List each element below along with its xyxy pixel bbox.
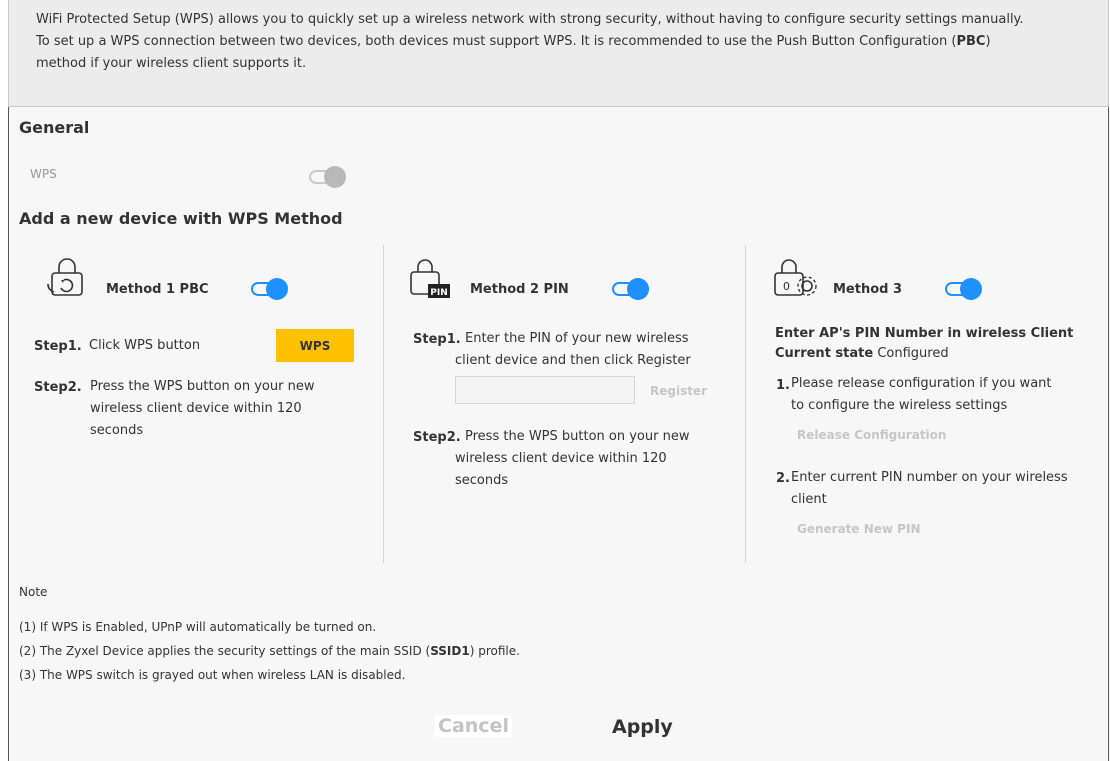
release-configuration-button[interactable]: Release Configuration bbox=[797, 428, 946, 442]
lock-gear-icon: 0 bbox=[774, 259, 817, 296]
lock-pin-icon: PIN bbox=[410, 259, 450, 298]
note-2-text: (2) The Zyxel Device applies the securit… bbox=[19, 644, 431, 658]
note-3: (3) The WPS switch is grayed out when wi… bbox=[19, 668, 406, 682]
method-1-step1-text: Click WPS button bbox=[89, 338, 201, 353]
generate-new-pin-button[interactable]: Generate New PIN bbox=[797, 522, 921, 536]
pin-input[interactable] bbox=[455, 376, 635, 404]
note-2-end: ) profile. bbox=[469, 644, 520, 658]
method-2-step2-label: Step2. bbox=[413, 430, 461, 445]
add-device-title: Add a new device with WPS Method bbox=[19, 209, 343, 228]
method-2-step1-line-1: Enter the PIN of your new wireless bbox=[465, 331, 689, 346]
column-divider bbox=[383, 245, 384, 563]
apply-button-label: Apply bbox=[612, 716, 673, 738]
register-button[interactable]: Register bbox=[650, 384, 707, 398]
method-1-title: Method 1 PBC bbox=[106, 282, 209, 297]
intro-line-2: To set up a WPS connection between two d… bbox=[36, 31, 1080, 53]
method-3-item1-line-2: to configure the wireless settings bbox=[791, 398, 1008, 413]
wps-toggle[interactable] bbox=[308, 166, 346, 188]
method-3-heading: Enter AP's PIN Number in wireless Client bbox=[775, 326, 1074, 341]
column-divider bbox=[745, 245, 746, 563]
method-3-state: Current state Configured bbox=[775, 343, 949, 365]
method-1-toggle[interactable] bbox=[250, 278, 288, 300]
method-1-step2-line-1: Press the WPS button on your new bbox=[90, 379, 315, 394]
method-1-step1-label: Step1. bbox=[34, 339, 82, 354]
method-3-item1-num: 1. bbox=[776, 378, 790, 393]
method-3-item1-line-1: Please release configuration if you want bbox=[791, 376, 1052, 391]
method-2-step2-line-3: seconds bbox=[455, 473, 509, 488]
svg-text:PIN: PIN bbox=[430, 288, 447, 298]
apply-button[interactable]: Apply bbox=[612, 715, 673, 742]
method-2-step1-label: Step1. bbox=[413, 332, 461, 347]
general-title: General bbox=[19, 118, 90, 137]
method-2-toggle[interactable] bbox=[611, 278, 649, 300]
method-1-step2-line-3: seconds bbox=[90, 423, 144, 438]
intro-line-1: WiFi Protected Setup (WPS) allows you to… bbox=[36, 12, 1024, 27]
method-1-step2-line-2: wireless client device within 120 bbox=[90, 401, 302, 416]
method-3-item2-num: 2. bbox=[776, 471, 790, 486]
method-2-title: Method 2 PIN bbox=[470, 282, 569, 297]
intro-pbc-bold: PBC bbox=[956, 34, 986, 49]
method-2-step2-line-2: wireless client device within 120 bbox=[455, 451, 667, 466]
wps-label: WPS bbox=[30, 167, 57, 181]
method-2-step1-line-2: client device and then click Register bbox=[455, 353, 691, 368]
svg-text:0: 0 bbox=[783, 280, 790, 293]
intro-line-3: method if your wireless client supports … bbox=[36, 56, 307, 71]
cancel-button[interactable]: Cancel bbox=[435, 715, 512, 737]
method-3-item2-line-1: Enter current PIN number on your wireles… bbox=[791, 470, 1068, 485]
note-2: (2) The Zyxel Device applies the securit… bbox=[19, 644, 520, 658]
method-3-title: Method 3 bbox=[833, 282, 903, 297]
method-1-step2-label: Step2. bbox=[34, 380, 82, 395]
note-1: (1) If WPS is Enabled, UPnP will automat… bbox=[19, 620, 377, 634]
current-state-value: Configured bbox=[877, 346, 949, 361]
note-2-ssid-bold: SSID1 bbox=[430, 644, 470, 658]
intro-line-2-end: ) bbox=[985, 34, 991, 49]
method-2-step2-line-1: Press the WPS button on your new bbox=[465, 429, 690, 444]
note-title: Note bbox=[19, 585, 48, 599]
method-3-toggle[interactable] bbox=[944, 278, 982, 300]
method-3-item2-line-2: client bbox=[791, 492, 827, 507]
lock-refresh-icon bbox=[47, 258, 83, 296]
intro-line-2-text: To set up a WPS connection between two d… bbox=[36, 34, 957, 49]
wps-push-button[interactable]: WPS bbox=[276, 329, 354, 362]
current-state-label: Current state bbox=[775, 346, 874, 361]
intro-description: WiFi Protected Setup (WPS) allows you to… bbox=[8, 0, 1109, 107]
